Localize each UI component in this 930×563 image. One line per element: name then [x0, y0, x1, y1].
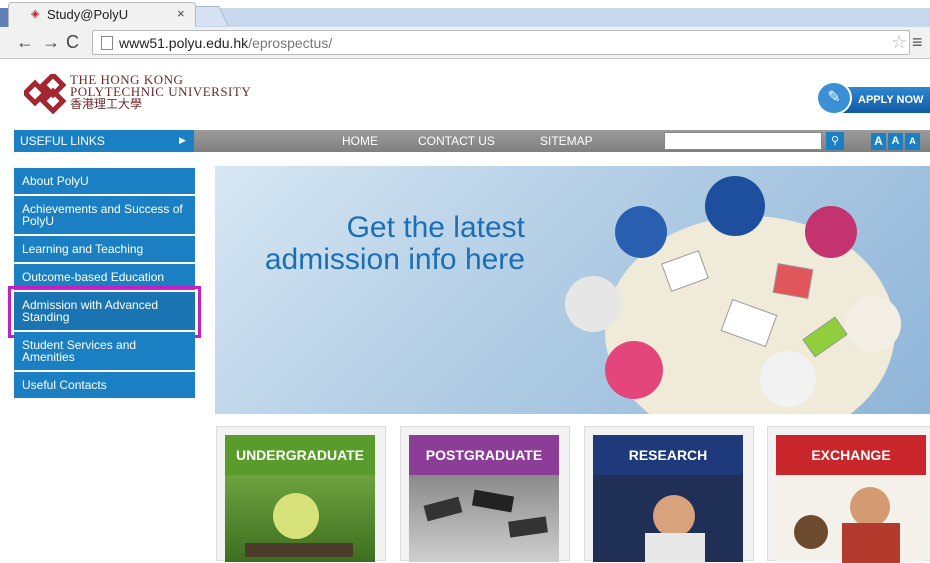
- font-size-large-button[interactable]: A: [871, 133, 886, 150]
- tab-title: Study@PolyU: [47, 7, 129, 22]
- pen-icon: ✎: [816, 81, 852, 115]
- arrow-right-icon: ▶: [179, 135, 186, 145]
- sidebar-item-student-services[interactable]: Student Services and Amenities: [14, 332, 195, 372]
- tab-close-icon[interactable]: ×: [177, 6, 185, 21]
- students-image: [776, 475, 926, 563]
- student-figure: [805, 206, 857, 258]
- polyu-favicon-icon: ◈: [31, 8, 40, 20]
- nav-home[interactable]: HOME: [342, 134, 378, 148]
- tile-undergraduate-title: UNDERGRADUATE: [225, 435, 375, 475]
- browser-tab[interactable]: ◈ Study@PolyU ×: [8, 2, 196, 27]
- tile-undergraduate[interactable]: UNDERGRADUATE: [216, 426, 386, 562]
- search-icon[interactable]: ⚲: [826, 132, 844, 150]
- banner-headline: Get the latest admission info here: [225, 212, 525, 276]
- url-text: www51.polyu.edu.hk/eprospectus/: [119, 35, 333, 51]
- back-icon[interactable]: ←: [16, 33, 34, 51]
- graduation-caps-image: [409, 475, 559, 562]
- tile-exchange[interactable]: EXCHANGE: [767, 426, 930, 563]
- browser-toolbar: ← → C www51.polyu.edu.hk/eprospectus/: [0, 27, 930, 59]
- sidebar-item-achievements[interactable]: Achievements and Success of PolyU: [14, 196, 195, 236]
- sidebar-item-outcome[interactable]: Outcome-based Education: [14, 264, 195, 292]
- student-figure: [760, 351, 816, 407]
- tile-postgraduate-title: POSTGRADUATE: [409, 435, 559, 475]
- admission-banner[interactable]: Get the latest admission info here: [215, 166, 930, 414]
- browser-menu-icon[interactable]: ≡: [912, 32, 923, 53]
- polyu-logo-icon[interactable]: [24, 74, 68, 114]
- student-figure: [605, 341, 663, 399]
- tile-exchange-title: EXCHANGE: [776, 435, 926, 475]
- useful-links-button[interactable]: USEFUL LINKS ▶: [14, 130, 194, 152]
- reload-icon[interactable]: C: [66, 33, 79, 51]
- book-image: [772, 263, 814, 299]
- logo-line3: 香港理工大學: [70, 97, 143, 111]
- banner-line1: Get the latest: [346, 211, 525, 244]
- bookmark-star-icon[interactable]: ☆: [891, 32, 907, 53]
- nav-contact-us[interactable]: CONTACT US: [418, 134, 495, 148]
- font-size-medium-button[interactable]: A: [888, 133, 903, 150]
- student-figure: [845, 296, 901, 352]
- search-input[interactable]: [664, 132, 822, 150]
- student-figure: [565, 276, 621, 332]
- sidebar-item-useful-contacts[interactable]: Useful Contacts: [14, 372, 195, 400]
- main-navbar: USEFUL LINKS ▶ HOME CONTACT US SITEMAP ⚲…: [14, 130, 930, 152]
- student-figure: [615, 206, 667, 258]
- university-logo-text[interactable]: THE HONG KONG POLYTECHNIC UNIVERSITY 香港理…: [70, 73, 251, 111]
- nav-sitemap[interactable]: SITEMAP: [540, 134, 593, 148]
- tile-research[interactable]: RESEARCH: [584, 426, 754, 563]
- address-bar[interactable]: www51.polyu.edu.hk/eprospectus/: [92, 30, 910, 55]
- tabstrip-background: [196, 8, 930, 27]
- forward-icon[interactable]: →: [42, 33, 60, 51]
- banner-line2: admission info here: [264, 243, 525, 276]
- sidebar-item-about[interactable]: About PolyU: [14, 168, 195, 196]
- sidebar-item-learning[interactable]: Learning and Teaching: [14, 236, 195, 264]
- useful-links-label: USEFUL LINKS: [20, 134, 105, 148]
- font-size-small-button[interactable]: A: [905, 133, 920, 150]
- chalkboard-image: [593, 475, 743, 563]
- apple-image: [225, 475, 375, 562]
- page-icon: [101, 36, 113, 50]
- tab-bar: ◈ Study@PolyU ×: [0, 0, 930, 27]
- tile-research-title: RESEARCH: [593, 435, 743, 475]
- sidebar-item-admission[interactable]: Admission with Advanced Standing: [8, 286, 201, 338]
- apply-label: APPLY NOW: [858, 94, 924, 106]
- tile-postgraduate[interactable]: POSTGRADUATE: [400, 426, 570, 562]
- sidebar-menu: About PolyU Achievements and Success of …: [8, 168, 201, 400]
- apply-now-button[interactable]: ✎ APPLY NOW: [816, 81, 930, 115]
- student-figure: [705, 176, 765, 236]
